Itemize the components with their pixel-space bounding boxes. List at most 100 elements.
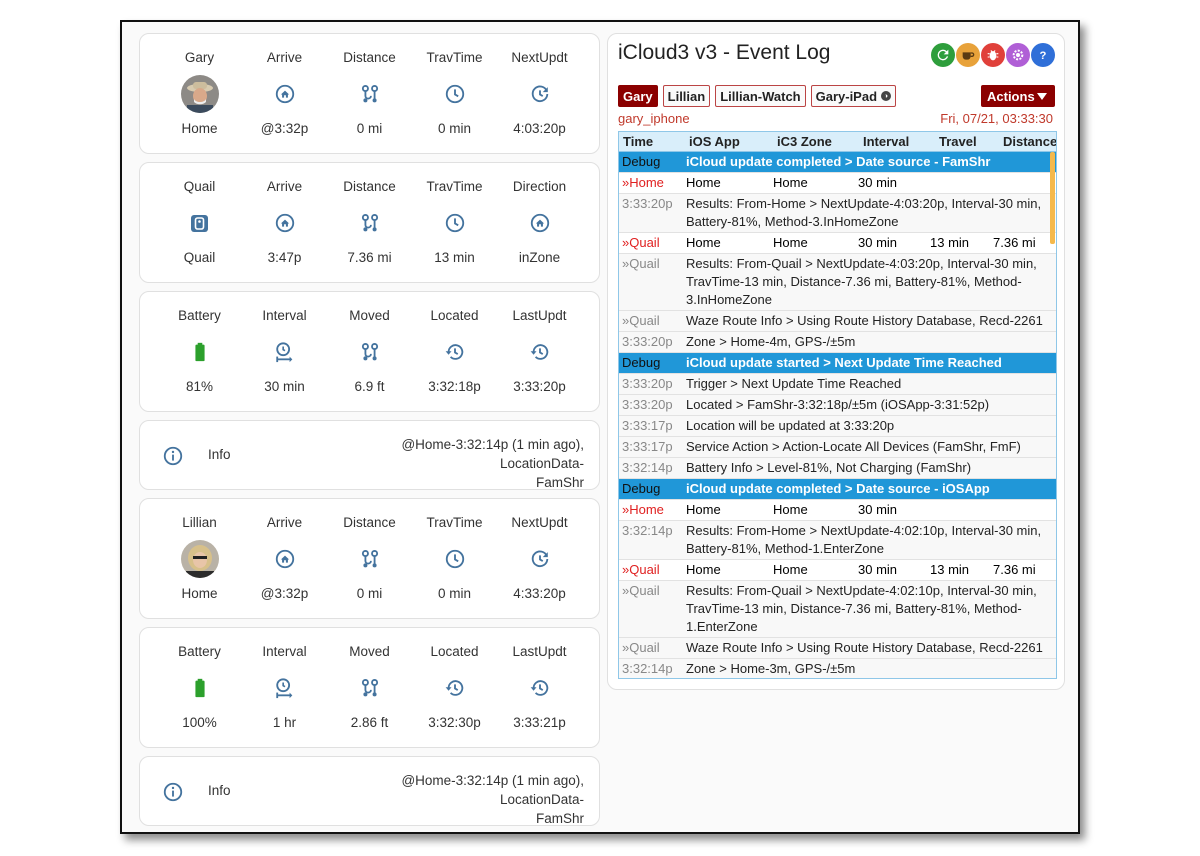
stat-label: TravTime xyxy=(426,515,483,530)
stat-tile[interactable]: Located 3:32:18p xyxy=(412,292,497,411)
info-value-line1: @Home-3:32:14p (1 min ago), LocationData… xyxy=(401,437,584,471)
coffee-icon[interactable] xyxy=(956,43,980,67)
settings-icon[interactable] xyxy=(1006,43,1030,67)
log-ios-zone: Home xyxy=(686,175,721,190)
log-time: 3:33:20p xyxy=(622,334,673,349)
stats-row: Gary Home Arrive @3:32p Distance 0 mi TravTime… xyxy=(140,34,599,153)
log-ic3-zone: Home xyxy=(773,502,808,517)
stat-tile[interactable]: Located 3:32:30p xyxy=(412,628,497,747)
event-log-title: iCloud3 v3 - Event Log xyxy=(618,41,831,64)
stat-tile[interactable]: NextUpdt 4:03:20p xyxy=(497,34,582,153)
log-time: »Home xyxy=(622,175,664,190)
log-row: »Quail Waze Route Info > Using Route Hist… xyxy=(619,311,1056,332)
stat-tile[interactable]: TravTime 13 min xyxy=(412,163,497,282)
stat-value: 81% xyxy=(185,379,214,394)
stat-tile[interactable]: Quail Quail xyxy=(157,163,242,282)
device-stats-card: Gary Home Arrive @3:32p Distance 0 mi TravTime… xyxy=(139,33,600,154)
stat-tile[interactable]: Direction inZone xyxy=(497,163,582,282)
log-time: »Quail xyxy=(622,640,660,655)
event-log-table[interactable]: Time iOS App iC3 Zone Interval Travel Di… xyxy=(618,131,1057,679)
refresh-clock-icon xyxy=(521,540,559,578)
stat-value: 100% xyxy=(182,715,217,730)
bug-icon[interactable] xyxy=(981,43,1005,67)
col-distance: Distance xyxy=(1003,134,1057,149)
stat-label: Interval xyxy=(262,308,307,323)
stat-tile[interactable]: Distance 0 mi xyxy=(327,34,412,153)
device-tab[interactable]: Gary-iPad ◑ xyxy=(810,85,897,107)
log-row: »Quail Home Home 30 min 13 min 7.36 mi xyxy=(619,560,1056,581)
zone-badge-icon xyxy=(181,204,219,242)
log-row: »Quail Results: From-Quail > NextUpdate-4… xyxy=(619,254,1056,311)
stat-label: Gary xyxy=(184,50,215,65)
stat-tile[interactable]: Interval 1 hr xyxy=(242,628,327,747)
info-value-line1: @Home-3:32:14p (1 min ago), LocationData… xyxy=(401,773,584,807)
stat-tile[interactable]: Gary Home xyxy=(157,34,242,153)
stat-tile[interactable]: Arrive @3:32p xyxy=(242,499,327,618)
route-icon xyxy=(351,75,389,113)
device-tab[interactable]: Lillian xyxy=(662,85,711,107)
log-distance: 7.36 mi xyxy=(993,562,1036,577)
log-time: 3:32:14p xyxy=(622,460,673,475)
stat-tile[interactable]: Lillian Home xyxy=(157,499,242,618)
stat-label: Arrive xyxy=(266,50,303,65)
stat-value: @3:32p xyxy=(260,121,309,136)
stat-tile[interactable]: Battery 81% xyxy=(157,292,242,411)
log-text: Waze Route Info > Using Route History Da… xyxy=(686,313,1043,328)
device-stats-card: Battery 81% Interval 30 min Moved 6.9 ft Locat… xyxy=(139,291,600,412)
actions-label: Actions xyxy=(987,88,1035,104)
device-tab[interactable]: Gary xyxy=(618,85,658,107)
stat-value: 3:33:20p xyxy=(513,379,566,394)
log-time: Debug xyxy=(622,355,661,370)
log-row: Debug iCloud update started > Next Update… xyxy=(619,353,1056,374)
log-scrollbar[interactable] xyxy=(1050,152,1055,244)
device-name: gary_iphone xyxy=(618,111,690,126)
stat-value: 4:33:20p xyxy=(513,586,566,601)
stat-tile[interactable]: Arrive 3:47p xyxy=(242,163,327,282)
home-icon xyxy=(521,204,559,242)
stat-tile[interactable]: Interval 30 min xyxy=(242,292,327,411)
stat-tile[interactable]: LastUpdt 3:33:20p xyxy=(497,292,582,411)
log-time: Debug xyxy=(622,154,661,169)
clock-icon xyxy=(436,204,474,242)
stat-value: 3:32:30p xyxy=(428,715,481,730)
log-text: Located > FamShr-3:32:18p/±5m (iOSApp-3:… xyxy=(686,397,990,412)
stat-value: @3:32p xyxy=(260,586,309,601)
info-card[interactable]: Info @Home-3:32:14p (1 min ago), Locatio… xyxy=(139,420,600,490)
refresh-icon[interactable] xyxy=(931,43,955,67)
log-text: Zone > Home-4m, GPS-/±5m xyxy=(686,334,856,349)
route-icon xyxy=(351,669,389,707)
stat-tile[interactable]: LastUpdt 3:33:21p xyxy=(497,628,582,747)
log-time: »Home xyxy=(622,502,664,517)
log-ios-zone: Home xyxy=(686,502,721,517)
interval-timer-icon xyxy=(266,669,304,707)
stat-value: 30 min xyxy=(264,379,305,394)
clock-icon xyxy=(436,75,474,113)
stats-row: Battery 100% Interval 1 hr Moved 2.86 ft Locat… xyxy=(140,628,599,747)
stat-tile[interactable]: Moved 2.86 ft xyxy=(327,628,412,747)
stat-tile[interactable]: Arrive @3:32p xyxy=(242,34,327,153)
info-card[interactable]: Info @Home-3:32:14p (1 min ago), Locatio… xyxy=(139,756,600,826)
log-time: »Quail xyxy=(622,235,660,250)
stat-tile[interactable]: Distance 7.36 mi xyxy=(327,163,412,282)
stat-tile[interactable]: Distance 0 mi xyxy=(327,499,412,618)
actions-dropdown[interactable]: Actions xyxy=(981,85,1055,107)
stat-tile[interactable]: TravTime 0 min xyxy=(412,34,497,153)
info-value: @Home-3:32:14p (1 min ago), LocationData… xyxy=(314,771,584,828)
stat-tile[interactable]: TravTime 0 min xyxy=(412,499,497,618)
stat-tile[interactable]: Moved 6.9 ft xyxy=(327,292,412,411)
device-tab[interactable]: Lillian-Watch xyxy=(715,85,806,107)
stat-value: Quail xyxy=(183,250,216,265)
log-time: »Quail xyxy=(622,583,660,598)
stat-label: Battery xyxy=(178,308,221,323)
info-icon xyxy=(162,445,184,472)
stat-tile[interactable]: NextUpdt 4:33:20p xyxy=(497,499,582,618)
stat-value: 2.86 ft xyxy=(350,715,389,730)
stat-label: Moved xyxy=(349,308,390,323)
device-cards-column: Gary Home Arrive @3:32p Distance 0 mi TravTime… xyxy=(139,33,600,832)
stat-label: TravTime xyxy=(426,179,483,194)
info-label: Info xyxy=(208,783,231,798)
history-icon xyxy=(521,333,559,371)
help-icon[interactable]: ? xyxy=(1031,43,1055,67)
stat-tile[interactable]: Battery 100% xyxy=(157,628,242,747)
log-time: 3:32:14p xyxy=(622,661,673,676)
